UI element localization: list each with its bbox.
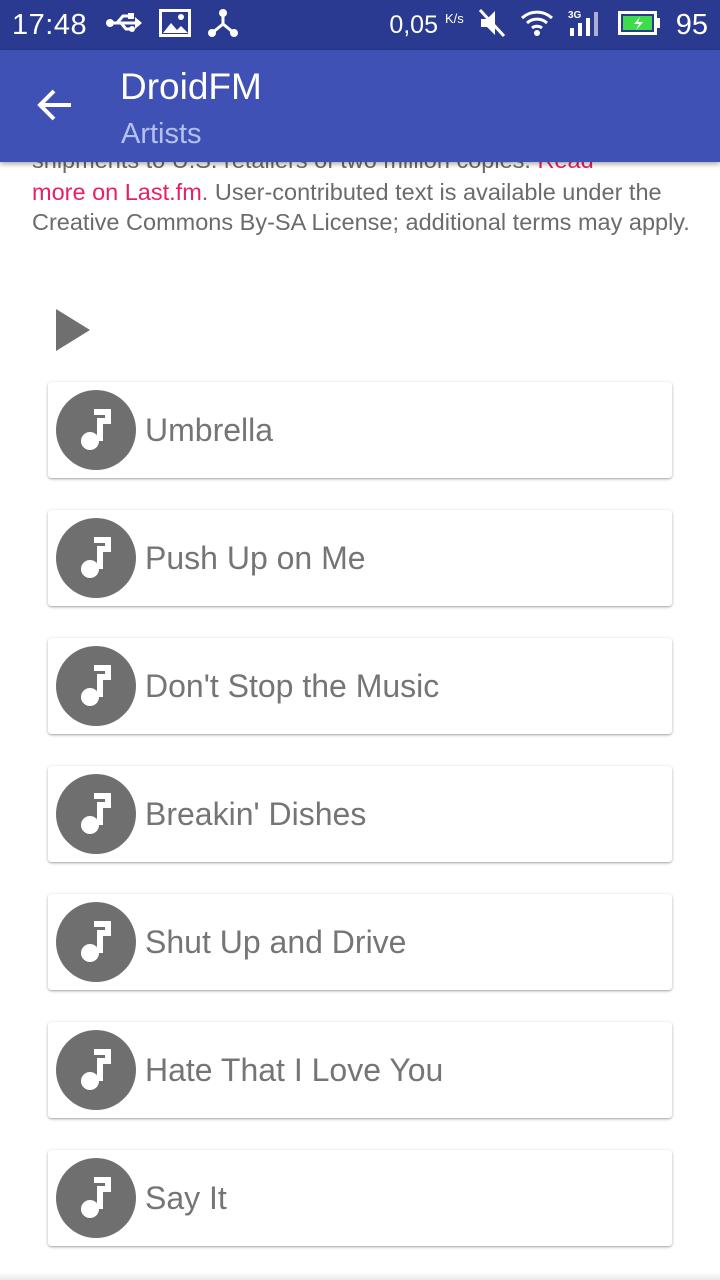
track-title: Push Up on Me	[145, 540, 366, 576]
music-note-icon	[56, 902, 136, 982]
status-notification-icons	[105, 8, 239, 43]
svg-text:3G: 3G	[568, 10, 582, 21]
music-note-icon	[56, 1158, 136, 1238]
bio-clipped-line: shipments to U.S. retailers of two milli…	[32, 162, 692, 177]
music-note-icon	[56, 390, 136, 470]
image-icon	[159, 8, 192, 42]
status-system-icons: 0,05 K/s 3G 95	[389, 8, 708, 43]
track-title: Hate That I Love You	[145, 1052, 444, 1088]
arrow-back-icon	[37, 88, 73, 127]
battery-level: 95	[675, 8, 708, 41]
network-speed: 0,05 K/s	[389, 11, 463, 40]
track-title: Umbrella	[145, 412, 274, 448]
bio-clipped-text: shipments to U.S. retailers of two milli…	[32, 162, 531, 173]
usb-icon	[105, 12, 143, 39]
app-bar: DroidFM Artists	[0, 50, 720, 162]
mute-icon	[478, 8, 506, 43]
share-icon	[207, 8, 239, 43]
wifi-icon	[520, 9, 554, 42]
track-title: Shut Up and Drive	[145, 924, 407, 960]
network-speed-value: 0,05	[389, 10, 438, 39]
play-button[interactable]	[52, 307, 92, 353]
track-item[interactable]: Umbrella	[48, 382, 672, 478]
app-title: DroidFM	[120, 66, 262, 107]
back-button[interactable]	[26, 78, 84, 136]
track-item[interactable]: Don't Stop the Music	[48, 638, 672, 734]
track-item[interactable]: Say It	[48, 1150, 672, 1246]
play-icon	[52, 309, 92, 357]
track-item[interactable]: Push Up on Me	[48, 510, 672, 606]
battery-charging-icon	[617, 10, 662, 40]
track-item[interactable]: Shut Up and Drive	[48, 894, 672, 990]
music-note-icon	[56, 774, 136, 854]
music-note-icon	[56, 518, 136, 598]
top-tracks-list: Umbrella Push Up on Me Don't Stop the Mu…	[48, 382, 672, 1278]
artist-content[interactable]: shipments to U.S. retailers of two milli…	[0, 162, 720, 1280]
track-title: Breakin' Dishes	[145, 796, 367, 832]
status-bar: 17:48 0,05 K/s 3G 95	[0, 0, 720, 50]
status-time: 17:48	[12, 8, 88, 41]
network-speed-unit: K/s	[444, 10, 464, 26]
music-note-icon	[56, 1030, 136, 1110]
artist-bio: shipments to U.S. retailers of two milli…	[32, 162, 692, 237]
track-title: Don't Stop the Music	[145, 668, 440, 704]
track-item[interactable]: Hate That I Love You	[48, 1022, 672, 1118]
app-subtitle: Artists	[121, 118, 202, 150]
bio-read-link-top[interactable]: Read	[537, 162, 593, 173]
bottom-edge	[0, 1272, 720, 1280]
read-more-link[interactable]: more on Last.fm	[32, 179, 202, 205]
track-title: Say It	[145, 1180, 227, 1216]
track-item[interactable]: Breakin' Dishes	[48, 766, 672, 862]
signal-3g-icon: 3G	[568, 8, 604, 43]
music-note-icon	[56, 646, 136, 726]
